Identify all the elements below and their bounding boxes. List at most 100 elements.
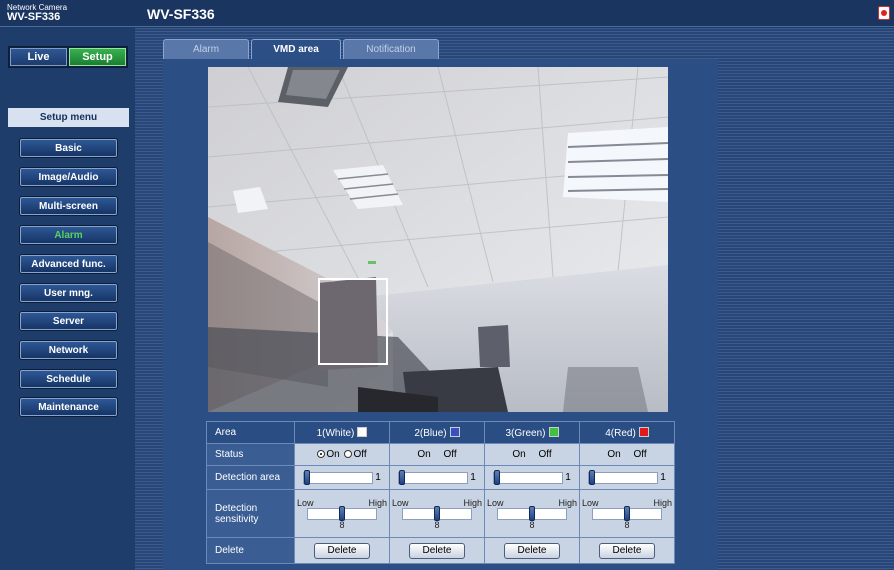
area-3-delete-button[interactable]: Delete [504, 542, 560, 559]
sidebar-item-server[interactable]: Server [20, 312, 117, 330]
sidebar-item-basic[interactable]: Basic [20, 139, 117, 157]
area-3-sensitivity-slider[interactable] [497, 505, 567, 521]
area-1-status-on-radio[interactable] [317, 450, 326, 458]
area-4-sensitivity-slider[interactable] [592, 505, 662, 521]
mode-switch: Live Setup [8, 46, 128, 68]
area-3-color-swatch [548, 426, 559, 437]
area-2-sensitivity: Low High 8 [389, 489, 485, 538]
area-header-row: Area 1(White) 2(Blue) 3(Green) 4(Red) [206, 421, 675, 444]
area-4-status-on-label[interactable]: On [607, 449, 620, 460]
sidebar-item-schedule[interactable]: Schedule [20, 370, 117, 388]
tab-alarm[interactable]: Alarm [163, 39, 249, 59]
area-1-status-off-label: Off [353, 449, 367, 460]
area-1-status-off-radio[interactable] [344, 450, 353, 458]
camera-scene [208, 67, 668, 412]
area-4-sensitivity-value: 8 [624, 519, 630, 530]
brand-logo: Network Camera WV-SF336 [7, 3, 67, 23]
low-label: Low [297, 497, 314, 508]
area-1-header: 1(White) [294, 421, 390, 444]
detection-area-row: Detection area 1 1 1 1 [206, 465, 675, 490]
area-3-detection-area-slider[interactable] [493, 469, 564, 485]
area-2-status: On Off [389, 443, 485, 466]
vmd-area-1-box[interactable] [318, 278, 388, 365]
area-3-sensitivity: Low High 8 [484, 489, 580, 538]
sidebar-item-advanced-func[interactable]: Advanced func. [20, 255, 117, 273]
slider-thumb[interactable] [624, 505, 630, 521]
area-3-header: 3(Green) [484, 421, 580, 444]
detection-sensitivity-label-line1: Detection [215, 502, 258, 514]
slider-thumb[interactable] [339, 505, 345, 521]
area-3-sensitivity-value: 8 [529, 519, 535, 530]
area-3-status-off-label[interactable]: Off [538, 449, 551, 460]
area-3-detection-area-value: 1 [565, 472, 571, 483]
area-2-sensitivity-value: 8 [434, 519, 440, 530]
sidebar: Live Setup Setup menu Basic Image/Audio … [0, 28, 135, 570]
area-2-label: 2(Blue) [414, 427, 447, 439]
area-2-delete-cell: Delete [389, 537, 485, 564]
area-3-status: On Off [484, 443, 580, 466]
area-1-color-swatch [357, 426, 368, 437]
sidebar-item-user-mng[interactable]: User mng. [20, 284, 117, 302]
area-1-detection-area-slider[interactable] [303, 469, 374, 485]
sidebar-item-image-audio[interactable]: Image/Audio [20, 168, 117, 186]
sidebar-item-alarm[interactable]: Alarm [20, 226, 117, 244]
detection-sensitivity-label: Detection sensitivity [206, 489, 295, 538]
area-4-delete-cell: Delete [579, 537, 675, 564]
sidebar-item-multi-screen[interactable]: Multi-screen [20, 197, 117, 215]
brand-model: WV-SF336 [7, 11, 61, 23]
low-label: Low [582, 497, 599, 508]
status-label: Status [206, 443, 295, 466]
area-4-detection-area: 1 [579, 465, 675, 490]
tab-vmd-area[interactable]: VMD area [251, 39, 341, 59]
area-2-status-on-label[interactable]: On [417, 449, 430, 460]
area-4-sensitivity: Low High 8 [579, 489, 675, 538]
area-1-status: On Off [294, 443, 390, 466]
area-4-detection-area-value: 1 [660, 472, 666, 483]
area-3-status-on-label[interactable]: On [512, 449, 525, 460]
area-1-detection-area-value: 1 [375, 472, 381, 483]
page-title: WV-SF336 [147, 6, 215, 22]
high-label: High [653, 497, 672, 508]
tab-notification[interactable]: Notification [343, 39, 439, 59]
setup-menu-header: Setup menu [8, 108, 129, 127]
detection-sensitivity-row: Detection sensitivity Low High 8 Low High 8… [206, 489, 675, 538]
slider-thumb[interactable] [399, 469, 406, 485]
camera-image[interactable] [208, 67, 668, 412]
area-2-detection-area-value: 1 [470, 472, 476, 483]
area-1-sensitivity: Low High 8 [294, 489, 390, 538]
area-3-delete-cell: Delete [484, 537, 580, 564]
high-label: High [463, 497, 482, 508]
area-2-detection-area-slider[interactable] [398, 469, 469, 485]
area-4-detection-area-slider[interactable] [588, 469, 659, 485]
slider-thumb[interactable] [589, 469, 596, 485]
area-3-label: 3(Green) [505, 427, 546, 439]
detection-sensitivity-label-line2: sensitivity [215, 513, 259, 525]
vmd-settings-panel: Area 1(White) 2(Blue) 3(Green) 4(Red) St… [163, 59, 718, 570]
sidebar-item-maintenance[interactable]: Maintenance [20, 398, 117, 416]
area-4-status: On Off [579, 443, 675, 466]
low-label: Low [487, 497, 504, 508]
area-1-delete-button[interactable]: Delete [314, 542, 370, 559]
area-1-sensitivity-slider[interactable] [307, 505, 377, 521]
area-4-status-off-label[interactable]: Off [633, 449, 646, 460]
detection-area-label: Detection area [206, 465, 295, 490]
area-1-sensitivity-value: 8 [339, 519, 345, 530]
area-4-delete-button[interactable]: Delete [599, 542, 655, 559]
area-1-label: 1(White) [316, 427, 355, 439]
area-2-sensitivity-slider[interactable] [402, 505, 472, 521]
area-header-label: Area [206, 421, 295, 444]
help-icon[interactable] [878, 6, 890, 20]
slider-thumb[interactable] [529, 505, 535, 521]
sidebar-item-network[interactable]: Network [20, 341, 117, 359]
status-row: Status On Off On Off On Off On Off [206, 443, 675, 466]
live-button[interactable]: Live [10, 48, 67, 66]
slider-thumb[interactable] [494, 469, 501, 485]
area-3-detection-area: 1 [484, 465, 580, 490]
slider-thumb[interactable] [434, 505, 440, 521]
slider-thumb[interactable] [304, 469, 311, 485]
area-4-header: 4(Red) [579, 421, 675, 444]
area-2-status-off-label[interactable]: Off [443, 449, 456, 460]
delete-row-label: Delete [206, 537, 295, 564]
setup-button[interactable]: Setup [69, 48, 126, 66]
area-2-delete-button[interactable]: Delete [409, 542, 465, 559]
